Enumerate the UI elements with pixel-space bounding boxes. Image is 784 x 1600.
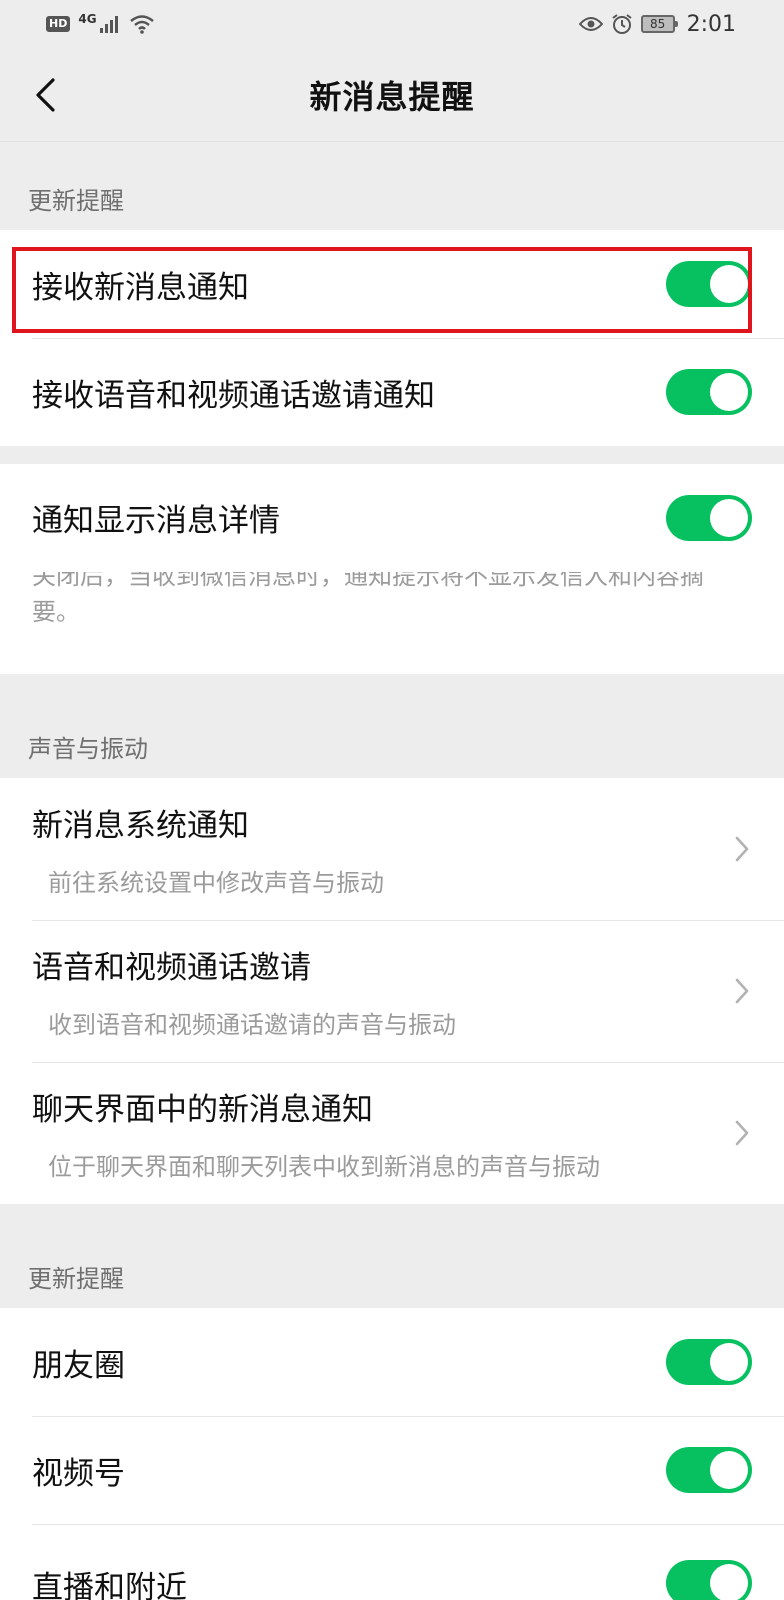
signal-icon bbox=[99, 16, 118, 33]
wifi-icon bbox=[129, 15, 154, 34]
row-moments[interactable]: 朋友圈 bbox=[0, 1308, 784, 1416]
toggle-knob bbox=[710, 373, 748, 411]
row-chat-notify[interactable]: 聊天界面中的新消息通知 位于聊天界面和聊天列表中收到新消息的声音与振动 bbox=[0, 1062, 784, 1204]
hd-icon: HD bbox=[46, 16, 71, 32]
feeds-card: 朋友圈 视频号 直播和附近 bbox=[0, 1308, 784, 1600]
eye-icon bbox=[578, 17, 603, 31]
toggle-knob bbox=[710, 499, 748, 537]
toggle-knob bbox=[710, 265, 748, 303]
status-bar: HD 4G 85 2:01 bbox=[0, 0, 784, 48]
page-title: 新消息提醒 bbox=[309, 77, 475, 116]
row-show-details[interactable]: 通知显示消息详情 bbox=[0, 464, 784, 572]
toggle-knob bbox=[710, 1451, 748, 1489]
toggle-show-details[interactable] bbox=[666, 495, 752, 541]
row-desc: 位于聊天界面和聊天列表中收到新消息的声音与振动 bbox=[48, 1153, 600, 1181]
toggle-moments[interactable] bbox=[666, 1339, 752, 1385]
row-label: 直播和附近 bbox=[32, 1570, 187, 1600]
row-label: 接收新消息通知 bbox=[32, 269, 249, 306]
toggle-live-nearby[interactable] bbox=[666, 1560, 752, 1600]
row-label: 语音和视频通话邀请 bbox=[32, 950, 311, 986]
chevron-right-icon bbox=[735, 978, 749, 1004]
toggle-receive-call-invite[interactable] bbox=[666, 369, 752, 415]
toggle-knob bbox=[710, 1343, 748, 1381]
row-label: 聊天界面中的新消息通知 bbox=[32, 1092, 373, 1128]
row-receive-call-invite[interactable]: 接收语音和视频通话邀请通知 bbox=[0, 338, 784, 446]
section-header-update: 更新提醒 bbox=[28, 187, 124, 215]
row-desc: 前往系统设置中修改声音与振动 bbox=[48, 869, 384, 897]
back-arrow-icon bbox=[36, 78, 55, 112]
row-receive-new-msg[interactable]: 接收新消息通知 bbox=[0, 230, 784, 338]
alarm-icon bbox=[611, 14, 632, 34]
nav-bar: 新消息提醒 bbox=[0, 48, 784, 142]
row-channels[interactable]: 视频号 bbox=[0, 1416, 784, 1524]
row-call-invite[interactable]: 语音和视频通话邀请 收到语音和视频通话邀请的声音与振动 bbox=[0, 920, 784, 1062]
row-label: 视频号 bbox=[32, 1455, 125, 1492]
details-card: 通知显示消息详情 关闭后，当收到微信消息时，通知提示将不显示发信人和内容摘要。 bbox=[0, 464, 784, 674]
section-header-sound: 声音与振动 bbox=[28, 735, 148, 763]
chevron-right-icon bbox=[735, 1120, 749, 1146]
back-button[interactable] bbox=[22, 72, 68, 118]
toggle-receive-new-msg[interactable] bbox=[666, 261, 752, 307]
sound-card: 新消息系统通知 前往系统设置中修改声音与振动 语音和视频通话邀请 收到语音和视频… bbox=[0, 778, 784, 1204]
row-live-nearby[interactable]: 直播和附近 bbox=[0, 1524, 784, 1600]
row-sys-notify[interactable]: 新消息系统通知 前往系统设置中修改声音与振动 bbox=[0, 778, 784, 920]
row-label: 新消息系统通知 bbox=[32, 808, 249, 844]
network-label: 4G bbox=[78, 12, 97, 26]
row-desc: 收到语音和视频通话邀请的声音与振动 bbox=[48, 1011, 456, 1039]
battery-level: 85 bbox=[649, 17, 666, 31]
battery-icon: 85 bbox=[640, 15, 678, 33]
clock: 2:01 bbox=[686, 11, 736, 37]
section-header-update-2: 更新提醒 bbox=[28, 1265, 124, 1293]
notify-card: 接收新消息通知 接收语音和视频通话邀请通知 bbox=[0, 230, 784, 446]
chevron-right-icon bbox=[735, 836, 749, 862]
row-label: 通知显示消息详情 bbox=[32, 502, 280, 539]
toggle-channels[interactable] bbox=[666, 1447, 752, 1493]
row-label: 接收语音和视频通话邀请通知 bbox=[32, 377, 435, 414]
toggle-knob bbox=[710, 1564, 748, 1600]
row-label: 朋友圈 bbox=[32, 1347, 125, 1384]
